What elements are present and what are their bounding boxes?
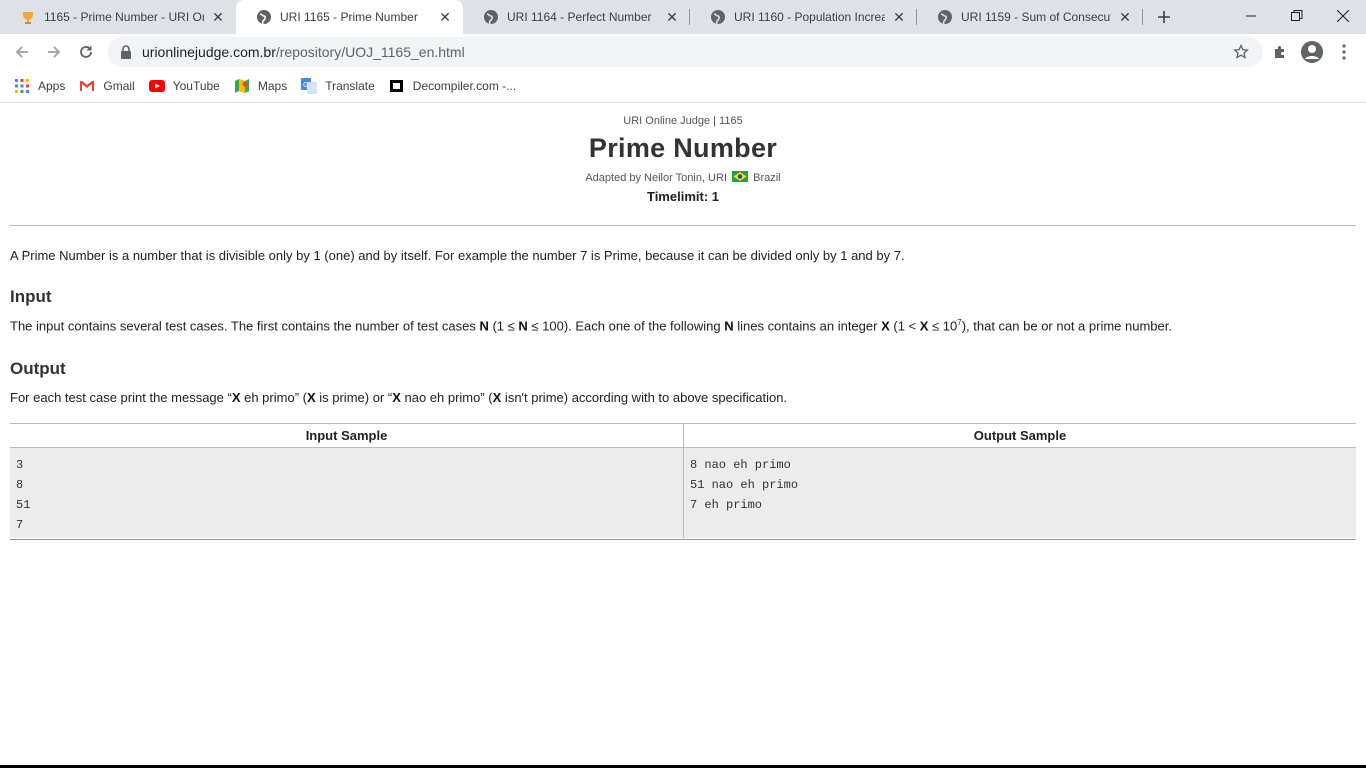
globe-icon	[937, 9, 953, 25]
puzzle-icon	[1275, 46, 1284, 58]
input-description: The input contains several test cases. T…	[10, 318, 1172, 334]
output-description: For each test case print the message “X …	[10, 390, 788, 405]
reload-icon	[80, 46, 92, 58]
sample-table: Input Sample Output Sample 3 8 51 7 8 na…	[10, 423, 1356, 540]
input-heading: Input	[10, 287, 52, 306]
output-sample-header: Output Sample	[684, 424, 1356, 448]
output-sample-line: 8 nao eh primo	[690, 458, 791, 472]
input-sample-cell[interactable]: 3 8 51 7	[10, 448, 683, 538]
breadcrumb: URI Online Judge | 1165	[623, 115, 743, 127]
tab-separator	[1142, 9, 1143, 25]
output-heading: Output	[10, 359, 66, 378]
bookmark-gmail[interactable]: Gmail	[79, 78, 135, 94]
tab-uri-1164[interactable]: URI 1164 - Perfect Number ✕	[463, 0, 690, 34]
gmail-icon	[79, 78, 95, 94]
tab-title: URI 1165 - Prime Number	[280, 10, 418, 24]
address-bar[interactable]: urionlinejudge.com.br/repository/UOJ_116…	[108, 37, 1263, 67]
output-sample-line: 51 nao eh primo	[690, 478, 799, 492]
reload-button[interactable]	[72, 38, 100, 66]
bookmark-apps[interactable]: Apps	[14, 78, 65, 94]
author-text: Adapted by Neilor Tonin, URI	[585, 172, 727, 184]
tab-1165-uri[interactable]: 1165 - Prime Number - URI Online Judge ✕	[0, 0, 236, 34]
globe-icon	[710, 9, 726, 25]
bookmark-translate[interactable]: G Translate	[301, 78, 375, 94]
account-icon	[1301, 41, 1323, 63]
input-sample-line: 7	[16, 518, 24, 532]
lock-icon	[121, 45, 131, 59]
url-path: /repository/UOJ_1165_en.html	[275, 44, 465, 60]
minimize-icon	[1246, 15, 1256, 17]
profile-button[interactable]	[1298, 38, 1326, 66]
menu-button[interactable]	[1330, 38, 1358, 66]
bookmark-label: Translate	[325, 79, 375, 93]
bookmark-label: Gmail	[103, 79, 135, 93]
divider	[10, 225, 1356, 226]
close-icon[interactable]: ✕	[210, 9, 226, 25]
arrow-right-icon	[48, 46, 61, 58]
restore-button[interactable]	[1274, 0, 1320, 32]
bookmark-maps[interactable]: Maps	[234, 78, 287, 94]
url-host: urionlinejudge.com.br	[142, 44, 276, 60]
output-sample-line: 7 eh primo	[690, 498, 763, 512]
globe-icon	[256, 9, 272, 25]
tab-uri-1165[interactable]: URI 1165 - Prime Number ✕	[236, 0, 463, 34]
svg-text:G: G	[303, 81, 308, 89]
tab-title: URI 1160 - Population Increase	[734, 10, 885, 24]
timelimit: Timelimit: 1	[646, 189, 719, 204]
bookmark-label: Apps	[38, 79, 66, 93]
back-button[interactable]	[8, 38, 36, 66]
brazil-flag-icon	[732, 171, 749, 182]
input-sample-line: 8	[16, 478, 24, 492]
maps-icon	[234, 78, 250, 94]
tab-strip: 1165 - Prime Number - URI Online Judge ✕…	[0, 0, 1366, 34]
author-line: Adapted by Neilor Tonin, URI Brazil	[0, 171, 1366, 184]
tab-title: URI 1159 - Sum of Consecutive	[961, 10, 1111, 24]
bookmark-label: Maps	[257, 79, 288, 93]
input-sample-header: Input Sample	[10, 424, 683, 448]
extensions-button[interactable]	[1266, 38, 1294, 66]
bookmark-label: Decompiler.com -...	[412, 79, 517, 93]
close-icon[interactable]: ✕	[437, 9, 453, 25]
globe-icon	[483, 9, 499, 25]
problem-description: A Prime Number is a number that is divis…	[10, 248, 905, 263]
column-divider	[683, 424, 684, 538]
bookmark-decompiler[interactable]: Decompiler.com -...	[389, 78, 516, 94]
bookmarks-bar: Apps Gmail YouTube Maps G Translate Deco…	[0, 70, 1366, 103]
forward-button[interactable]	[40, 38, 68, 66]
apps-grid-icon	[14, 78, 30, 94]
youtube-icon	[148, 78, 165, 94]
arrow-left-icon	[15, 46, 28, 58]
tab-uri-1160[interactable]: URI 1160 - Population Increase ✕	[690, 0, 917, 34]
close-icon	[1337, 10, 1349, 22]
restore-icon	[1291, 10, 1303, 21]
country-text: Brazil	[753, 172, 781, 184]
bookmark-youtube[interactable]: YouTube	[148, 78, 220, 94]
kebab-menu-icon	[1342, 44, 1346, 60]
close-icon[interactable]: ✕	[1117, 9, 1133, 25]
new-tab-button[interactable]	[1152, 7, 1176, 27]
close-icon[interactable]: ✕	[891, 9, 907, 25]
uri-trophy-icon	[20, 9, 36, 25]
plus-icon	[1158, 11, 1170, 23]
tab-title: URI 1164 - Perfect Number	[507, 10, 652, 24]
tab-uri-1159[interactable]: URI 1159 - Sum of Consecutive ✕	[917, 0, 1143, 34]
output-sample-cell[interactable]: 8 nao eh primo 51 nao eh primo 7 eh prim…	[684, 448, 1356, 538]
bookmark-label: YouTube	[172, 79, 220, 93]
minimize-button[interactable]	[1228, 0, 1274, 32]
translate-icon: G	[301, 78, 318, 94]
close-icon[interactable]: ✕	[664, 9, 680, 25]
page-content: URI Online Judge | 1165 Prime Number Ada…	[0, 103, 1366, 765]
star-icon[interactable]	[1233, 44, 1249, 60]
url-text: urionlinejudge.com.br/repository/UOJ_116…	[142, 44, 465, 60]
close-window-button[interactable]	[1320, 0, 1366, 32]
page-title: Prime Number	[588, 133, 778, 163]
tab-title: 1165 - Prime Number - URI Online Judge	[44, 10, 204, 24]
browser-toolbar: urionlinejudge.com.br/repository/UOJ_116…	[0, 34, 1366, 70]
input-sample-line: 3	[16, 458, 24, 472]
input-sample-line: 51	[16, 498, 31, 512]
decompiler-icon	[389, 78, 405, 94]
